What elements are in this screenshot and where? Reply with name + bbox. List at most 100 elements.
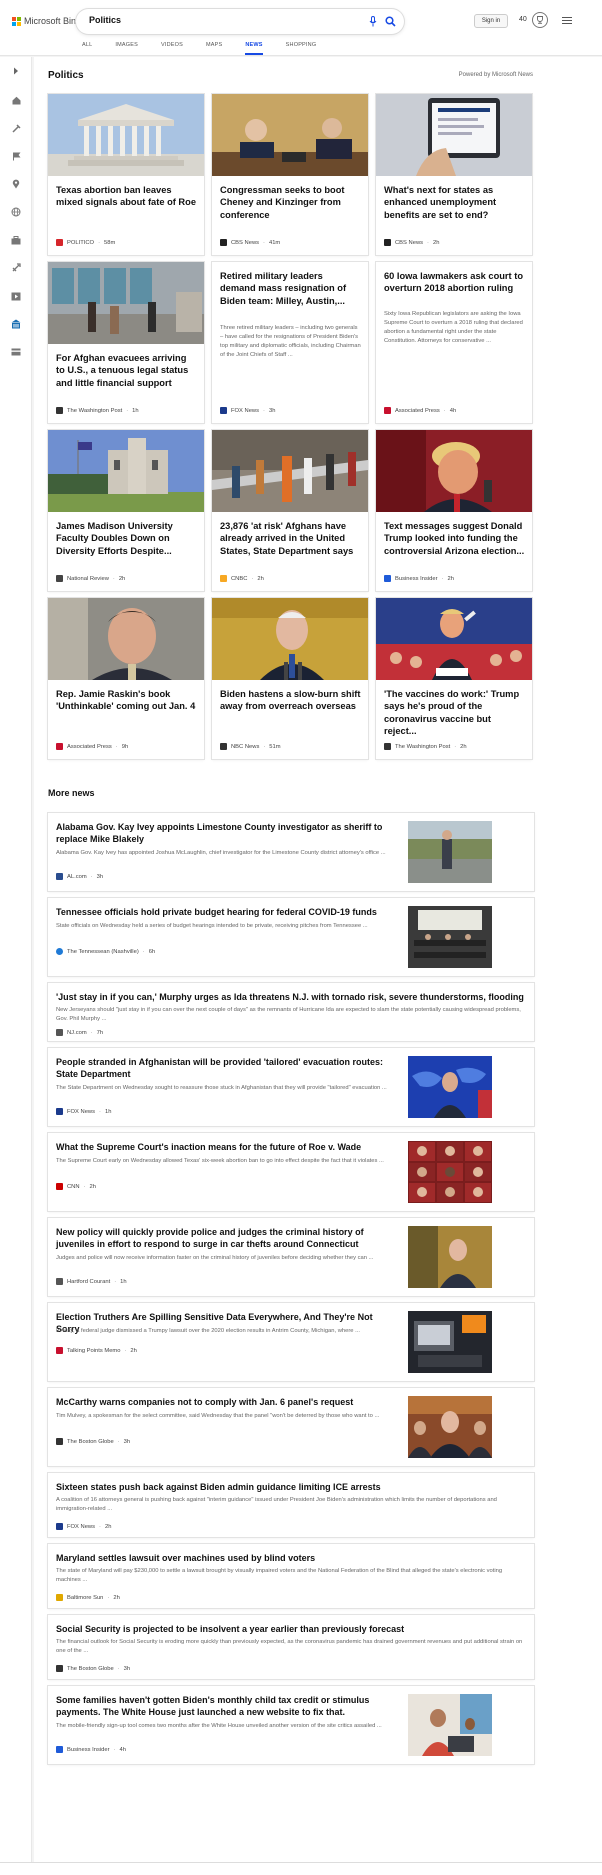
tennessean-logo-icon [56, 948, 63, 955]
flag-icon[interactable] [0, 148, 32, 164]
card-title[interactable]: 60 Iowa lawmakers ask court to overturn … [384, 270, 525, 295]
card-title[interactable]: Congressman seeks to boot Cheney and Kin… [220, 184, 361, 221]
news-card[interactable]: Retired military leaders demand mass res… [212, 262, 368, 423]
card-title[interactable]: Biden hastens a slow-burn shift away fro… [220, 688, 361, 713]
nbc-news-logo-icon [220, 743, 227, 750]
news-card[interactable]: Congressman seeks to boot Cheney and Kin… [212, 94, 368, 255]
news-card[interactable]: For Afghan evacuees arriving to U.S., a … [48, 262, 204, 423]
source-name: FOX News [231, 407, 260, 414]
news-card[interactable]: James Madison University Faculty Doubles… [48, 430, 204, 591]
tab-news[interactable]: NEWS [245, 40, 263, 55]
source-name: Associated Press [395, 407, 440, 414]
source-time: 6h [148, 948, 156, 955]
more-news-item[interactable]: Maryland settles lawsuit over machines u… [48, 1544, 534, 1608]
more-news-title[interactable]: Sixteen states push back against Biden a… [56, 1481, 526, 1493]
tools-icon[interactable] [0, 120, 32, 136]
money-icon[interactable] [0, 344, 32, 360]
card-source: CBS News · 2h [384, 239, 439, 246]
news-card[interactable]: Text messages suggest Donald Trump looke… [376, 430, 532, 591]
logo-text: Microsoft Bing [24, 16, 82, 26]
search-icon[interactable] [383, 14, 397, 28]
more-news-title[interactable]: Tennessee officials hold private budget … [56, 906, 391, 918]
fox-news-logo-icon [56, 1108, 63, 1115]
card-title[interactable]: Text messages suggest Donald Trump looke… [384, 520, 525, 557]
tab-images[interactable]: IMAGES [115, 40, 138, 55]
sign-in-button[interactable]: Sign in [474, 14, 508, 28]
more-news-title[interactable]: Alabama Gov. Kay Ivey appoints Limestone… [56, 821, 391, 845]
microphone-icon[interactable] [366, 14, 380, 28]
news-card[interactable]: Biden hastens a slow-burn shift away fro… [212, 598, 368, 759]
more-news-title[interactable]: New policy will quickly provide police a… [56, 1226, 391, 1250]
powered-by-label[interactable]: Powered by Microsoft News [459, 72, 533, 78]
more-news-source: The Tennessean (Nashville) · 6h [56, 948, 155, 955]
card-title[interactable]: Retired military leaders demand mass res… [220, 270, 361, 307]
news-card[interactable]: 23,876 'at risk' Afghans have already ar… [212, 430, 368, 591]
search-box [76, 9, 404, 34]
card-title[interactable]: 23,876 'at risk' Afghans have already ar… [220, 520, 361, 557]
card-title[interactable]: Rep. Jamie Raskin's book 'Unthinkable' c… [56, 688, 197, 713]
source-time: 2h [113, 1594, 120, 1601]
more-news-item[interactable]: Alabama Gov. Kay Ivey appoints Limestone… [48, 813, 534, 891]
globe-icon[interactable] [0, 204, 32, 220]
card-title[interactable]: 'The vaccines do work:' Trump says he's … [384, 688, 525, 737]
home-icon[interactable] [0, 92, 32, 108]
more-news-title[interactable]: 'Just stay in if you can,' Murphy urges … [56, 991, 526, 1003]
location-pin-icon[interactable] [0, 176, 32, 192]
more-news-item[interactable]: 'Just stay in if you can,' Murphy urges … [48, 983, 534, 1041]
more-news-item[interactable]: Social Security is projected to be insol… [48, 1615, 534, 1679]
news-card[interactable]: Rep. Jamie Raskin's book 'Unthinkable' c… [48, 598, 204, 759]
nj-com-logo-icon [56, 1029, 63, 1036]
news-card[interactable]: 'The vaccines do work:' Trump says he's … [376, 598, 532, 759]
more-image-governor [408, 1226, 492, 1288]
more-news-snippet: Judges and police will now receive infor… [56, 1255, 374, 1261]
card-title[interactable]: For Afghan evacuees arriving to U.S., a … [56, 352, 197, 389]
more-news-title[interactable]: Maryland settles lawsuit over machines u… [56, 1552, 526, 1564]
expand-sidebar-icon[interactable] [0, 63, 32, 79]
more-news-item[interactable]: McCarthy warns companies not to comply w… [48, 1388, 534, 1466]
news-card[interactable]: 60 Iowa lawmakers ask court to overturn … [376, 262, 532, 423]
tab-maps[interactable]: MAPS [206, 40, 222, 55]
bing-logo[interactable]: Microsoft Bing [12, 16, 81, 26]
more-news-item[interactable]: Election Truthers Are Spilling Sensitive… [48, 1303, 534, 1381]
card-title[interactable]: Texas abortion ban leaves mixed signals … [56, 184, 197, 209]
more-news-item[interactable]: Tennessee officials hold private budget … [48, 898, 534, 976]
politics-building-icon[interactable] [0, 316, 32, 332]
source-time: 41m [268, 239, 281, 246]
washington-post-logo-icon [384, 743, 391, 750]
science-rocket-icon[interactable] [0, 260, 32, 276]
tab-videos[interactable]: VIDEOS [161, 40, 183, 55]
source-name: Hartford Courant [67, 1278, 111, 1285]
tab-all[interactable]: ALL [82, 40, 92, 55]
more-news-title[interactable]: Social Security is projected to be insol… [56, 1623, 526, 1635]
more-news-title[interactable]: Some families haven't gotten Biden's mon… [56, 1694, 391, 1718]
business-icon[interactable] [0, 232, 32, 248]
menu-hamburger-icon[interactable] [562, 17, 572, 24]
page-title: Politics [48, 70, 84, 81]
more-news-item[interactable]: Sixteen states push back against Biden a… [48, 1473, 534, 1537]
more-news-title[interactable]: What the Supreme Court's inaction means … [56, 1141, 391, 1153]
source-name: The Boston Globe [67, 1438, 114, 1445]
source-time: 2h [432, 239, 440, 246]
source-name: Business Insider [67, 1746, 110, 1753]
more-news-snippet: Tim Mulvey, a spokesman for the select c… [56, 1413, 380, 1419]
more-news-snippet: State officials on Wednesday held a seri… [56, 923, 368, 929]
card-title[interactable]: James Madison University Faculty Doubles… [56, 520, 197, 557]
rewards-points[interactable]: 40 [519, 16, 527, 23]
more-news-item[interactable]: What the Supreme Court's inaction means … [48, 1133, 534, 1211]
search-input[interactable] [89, 15, 339, 25]
top-header: Microsoft Bing Sign in 40 ALL IMAGES VID… [0, 0, 602, 56]
rewards-trophy-icon[interactable] [532, 12, 548, 28]
more-news-snippet: New Jerseyans should "just stay in if yo… [56, 1007, 521, 1022]
tab-shopping[interactable]: SHOPPING [286, 40, 317, 55]
cnbc-logo-icon [220, 575, 227, 582]
more-news-item[interactable]: People stranded in Afghanistan will be p… [48, 1048, 534, 1126]
more-news-title[interactable]: People stranded in Afghanistan will be p… [56, 1056, 391, 1080]
news-card[interactable]: Texas abortion ban leaves mixed signals … [48, 94, 204, 255]
news-card[interactable]: What's next for states as enhanced unemp… [376, 94, 532, 255]
card-source: National Review · 2h [56, 575, 125, 582]
card-title[interactable]: What's next for states as enhanced unemp… [384, 184, 525, 221]
entertainment-icon[interactable] [0, 288, 32, 304]
more-news-title[interactable]: McCarthy warns companies not to comply w… [56, 1396, 391, 1408]
more-news-item[interactable]: New policy will quickly provide police a… [48, 1218, 534, 1296]
more-news-item[interactable]: Some families haven't gotten Biden's mon… [48, 1686, 534, 1764]
